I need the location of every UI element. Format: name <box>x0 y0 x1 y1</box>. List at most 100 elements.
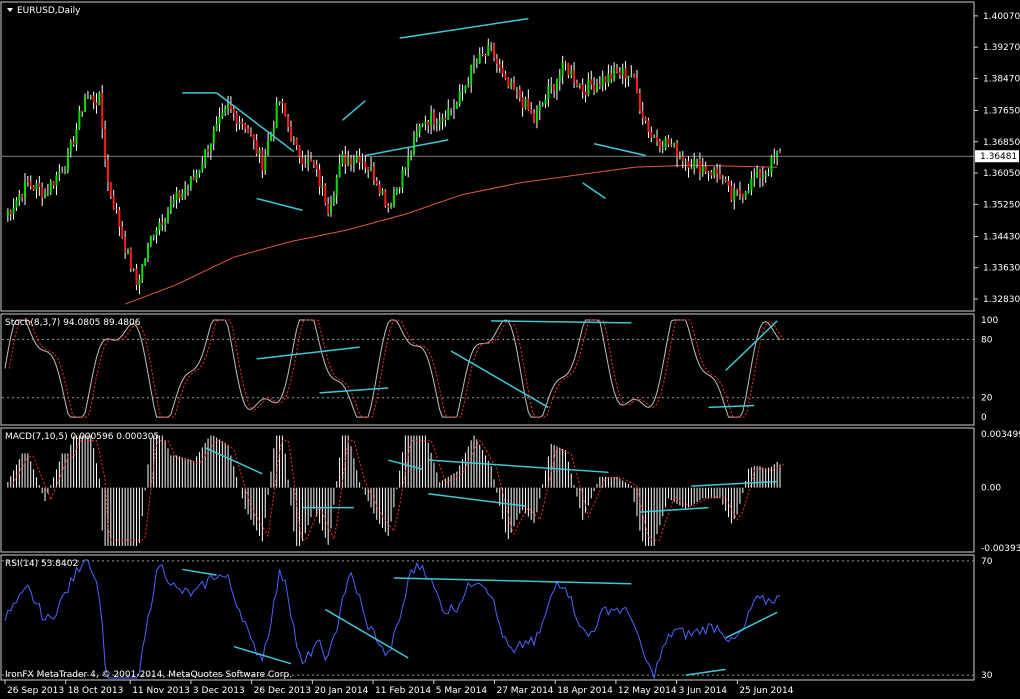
candle-body <box>384 190 387 206</box>
rsi-pane-title: RSI(14) 53.8402 <box>5 559 78 569</box>
candle-body <box>21 195 24 198</box>
candle-body <box>55 175 58 186</box>
candle-body <box>261 149 264 172</box>
candle-body <box>432 112 435 125</box>
candle-body <box>101 93 104 129</box>
candle-body <box>98 93 101 106</box>
candle-body <box>35 183 38 190</box>
time-tick-label: 11 Nov 2013 <box>132 686 190 696</box>
candle-body <box>444 117 447 120</box>
candle-body <box>764 173 767 176</box>
candle-body <box>553 84 556 91</box>
candle-body <box>189 176 192 187</box>
time-tick-label: 11 Feb 2014 <box>375 686 431 696</box>
candle-body <box>350 158 353 165</box>
candle-body <box>404 167 407 170</box>
candle-body <box>109 182 112 196</box>
candle-body <box>301 157 304 165</box>
candle-body <box>575 82 578 86</box>
candle-body <box>227 104 230 109</box>
candle-body <box>641 111 644 118</box>
price-tick-label: 1.38470 <box>983 74 1020 84</box>
candle-body <box>693 159 696 168</box>
candle-body <box>687 161 690 169</box>
candle-body <box>452 108 455 110</box>
candle-body <box>238 121 241 124</box>
candle-body <box>367 167 370 171</box>
candle-body <box>29 181 32 186</box>
rsi-tick-label: 30 <box>981 671 993 681</box>
candle-body <box>241 121 244 124</box>
candle-body <box>121 226 124 238</box>
candle-body <box>501 67 504 74</box>
candle-body <box>550 84 553 87</box>
candle-body <box>24 181 27 198</box>
candle-body <box>287 116 290 127</box>
price-tick-label: 1.36850 <box>983 138 1020 148</box>
candle-body <box>381 190 384 194</box>
candle-body <box>698 159 701 174</box>
candle-body <box>18 195 21 201</box>
candle-body <box>684 161 687 163</box>
candle-body <box>164 221 167 225</box>
candle-body <box>604 77 607 83</box>
price-tick-label: 1.32830 <box>983 295 1020 305</box>
candle-body <box>264 155 267 172</box>
candle-body <box>209 143 212 153</box>
candle-body <box>255 140 258 154</box>
candle-body <box>535 110 538 122</box>
candle-body <box>161 222 164 225</box>
candle-body <box>696 159 699 161</box>
candle-body <box>78 110 81 129</box>
trading-chart[interactable]: 1.40070 1.39270 1.38470 1.37650 1.36850 1.360… <box>0 0 1020 699</box>
candle-body <box>244 123 247 129</box>
candle-body <box>52 181 55 186</box>
candle-body <box>309 158 312 162</box>
candle-body <box>455 104 458 109</box>
time-tick-label: 3 Jun 2014 <box>679 686 728 696</box>
candle-body <box>132 268 135 270</box>
stoch-tick-label: 0 <box>981 413 987 423</box>
stoch-pane-title: Stoch(8,3,7) 94.0805 89.4806 <box>5 318 141 328</box>
candle-body <box>467 84 470 87</box>
candle-body <box>284 103 287 117</box>
candle-body <box>773 157 776 159</box>
candle-body <box>567 63 570 75</box>
candle-body <box>26 181 29 183</box>
candle-body <box>504 73 507 79</box>
candle-body <box>564 62 567 64</box>
candle-body <box>518 89 521 98</box>
candle-body <box>324 185 327 204</box>
candle-body <box>215 123 218 131</box>
candle-body <box>770 157 773 173</box>
price-tick-label: 1.37650 <box>983 107 1020 117</box>
candle-body <box>624 68 627 79</box>
candle-body <box>647 120 650 133</box>
candle-body <box>198 169 201 174</box>
candle-body <box>341 154 344 164</box>
candle-body <box>610 73 613 80</box>
candle-body <box>355 156 358 161</box>
candle-body <box>750 178 753 191</box>
candle-body <box>618 71 621 75</box>
candle-body <box>744 192 747 198</box>
candle-body <box>493 43 496 59</box>
candle-body <box>112 195 115 210</box>
candle-body <box>358 156 361 163</box>
candle-body <box>278 101 281 104</box>
candle-body <box>378 184 381 194</box>
candle-body <box>721 178 724 180</box>
candle-body <box>221 112 224 117</box>
candle-body <box>361 161 364 163</box>
candle-body <box>312 161 315 165</box>
candle-body <box>718 173 721 180</box>
candle-body <box>607 73 610 83</box>
candle-body <box>427 121 430 126</box>
candle-body <box>615 68 618 72</box>
candle-body <box>352 160 355 165</box>
candle-body <box>144 258 147 265</box>
price-tick-label: 1.33630 <box>983 264 1020 274</box>
candle-body <box>401 169 404 188</box>
candle-body <box>292 138 295 141</box>
candle-body <box>338 163 341 178</box>
